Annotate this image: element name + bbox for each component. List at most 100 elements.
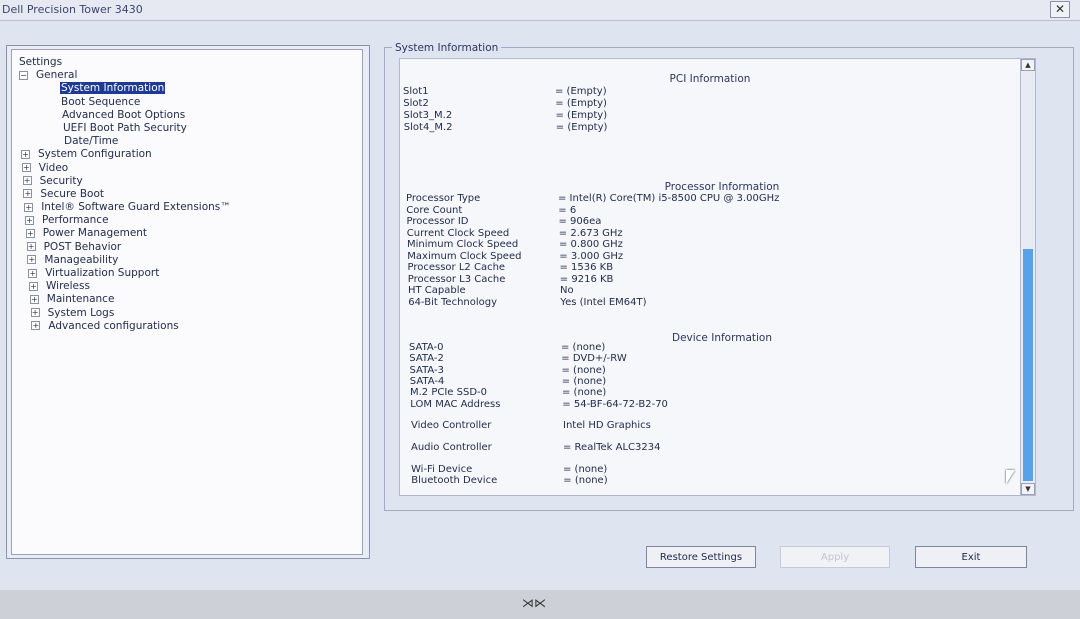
info-row: SATA-2 = DVD+/-RW: [409, 353, 626, 365]
tree-item-system-information[interactable]: System Information: [19, 82, 231, 95]
info-value: Intel HD Graphics: [563, 420, 651, 431]
info-row: Slot4_M.2 = (Empty): [404, 122, 608, 134]
expand-icon[interactable]: +: [29, 294, 39, 304]
tree-section[interactable]: + Power Management: [19, 227, 231, 240]
processor-information-title: Processor Information: [664, 181, 780, 193]
info-key: Minimum Clock Speed: [407, 239, 519, 250]
expand-icon[interactable]: +: [21, 149, 30, 159]
scroll-up-button[interactable]: ▲: [1021, 59, 1035, 71]
title-bar: Dell Precision Tower 3430 ✕: [0, 0, 1080, 21]
tree-section[interactable]: + Maintenance: [19, 293, 231, 306]
expand-icon[interactable]: +: [26, 242, 36, 252]
tree-item-advanced-boot-options[interactable]: Advanced Boot Options: [19, 109, 231, 122]
info-value: = 2.673 GHz: [558, 227, 623, 239]
tree-item-label: System Configuration: [38, 148, 152, 161]
tree-section[interactable]: + System Configuration: [19, 148, 231, 161]
chevron-down-icon: ▼: [1025, 485, 1031, 493]
tree-section[interactable]: + Security: [19, 175, 231, 188]
info-key: SATA-2: [409, 353, 444, 365]
info-key: Processor ID: [406, 216, 469, 227]
info-value: = (none): [563, 475, 608, 487]
scroll-down-button[interactable]: ▼: [1021, 483, 1035, 495]
info-row: Minimum Clock Speed = 0.800 GHz: [407, 239, 623, 251]
info-row: Current Clock Speed = 2.673 GHz: [407, 228, 623, 240]
tree-section[interactable]: + Intel® Software Guard Extensions™: [19, 201, 231, 214]
expand-icon[interactable]: +: [25, 228, 35, 238]
restore-settings-button[interactable]: Restore Settings: [646, 546, 756, 568]
tree-item-uefi-boot-path-security[interactable]: UEFI Boot Path Security: [19, 122, 231, 135]
info-key: Audio Controller: [411, 442, 492, 453]
close-icon: ✕: [1054, 2, 1066, 16]
expand-icon[interactable]: +: [27, 255, 37, 265]
content-scrollbar[interactable]: ▲ ▼: [1020, 58, 1036, 496]
tree-section[interactable]: + POST Behavior: [19, 241, 231, 254]
tree-section[interactable]: + Manageability: [19, 254, 231, 267]
info-row: SATA-4 = (none): [410, 376, 606, 388]
tree-list: Settings − General System Information Boo…: [19, 56, 231, 333]
info-value: Yes (Intel EM64T): [560, 296, 647, 308]
tree-section[interactable]: + System Logs: [19, 307, 231, 320]
info-key: Slot4_M.2: [403, 122, 453, 133]
expand-icon[interactable]: +: [23, 189, 33, 199]
close-button[interactable]: ✕: [1050, 1, 1070, 18]
tree-section[interactable]: + Virtualization Support: [19, 267, 231, 280]
tree-item-label: Date/Time: [64, 135, 119, 148]
expand-icon[interactable]: +: [28, 268, 38, 278]
info-row: M.2 PCIe SSD-0 = (none): [410, 387, 606, 399]
tree-item-date-time[interactable]: Date/Time: [19, 135, 231, 148]
expand-icon[interactable]: +: [24, 202, 34, 212]
info-value: = 1536 KB: [559, 262, 614, 273]
expand-icon[interactable]: +: [29, 281, 38, 291]
info-row: Wi-Fi Device = (none): [411, 464, 607, 476]
info-value: = (none): [563, 464, 608, 475]
info-key: Core Count: [406, 204, 463, 216]
info-key: Maximum Clock Speed: [407, 250, 522, 262]
info-row: LOM MAC Address = 54-BF-64-72-B2-70: [410, 399, 668, 411]
tree-item-label: Video: [38, 161, 69, 174]
expand-icon[interactable]: +: [22, 176, 32, 186]
tree-item-label: Advanced Boot Options: [62, 108, 186, 121]
info-row: Processor Type = Intel(R) Core(TM) i5-850…: [406, 193, 779, 205]
tree-item-label: Virtualization Support: [45, 267, 160, 279]
tree-item-general[interactable]: − General: [19, 69, 231, 82]
tree-section[interactable]: + Advanced configurations: [19, 320, 231, 333]
info-key: SATA-3: [409, 364, 445, 376]
expand-icon[interactable]: +: [21, 163, 31, 172]
dell-logo-icon: ⋊⋉: [522, 596, 546, 610]
tree-section[interactable]: + Performance: [19, 214, 231, 227]
tree-root-label: Settings: [19, 56, 63, 68]
info-row: HT Capable No: [408, 285, 574, 297]
info-value: No: [560, 285, 574, 296]
tree-item-label: Maintenance: [46, 293, 115, 306]
expand-icon[interactable]: +: [25, 215, 34, 225]
info-row: Core Count = 6: [406, 205, 576, 217]
info-row: Slot1 = (Empty): [403, 86, 607, 98]
info-row: Slot2 = (Empty): [403, 98, 607, 110]
exit-button[interactable]: Exit: [915, 546, 1027, 568]
info-value: = (none): [561, 342, 606, 353]
tree-root: Settings: [19, 56, 231, 69]
tree-item-label: Wireless: [46, 280, 90, 293]
expand-icon[interactable]: +: [30, 308, 40, 318]
info-row: Processor L2 Cache = 1536 KB: [408, 262, 614, 274]
expand-icon[interactable]: +: [31, 321, 41, 331]
settings-tree-frame: Settings − General System Information Boo…: [6, 45, 370, 559]
info-value: = (Empty): [555, 110, 608, 121]
apply-button[interactable]: Apply: [780, 546, 890, 568]
tree-section[interactable]: + Video: [19, 162, 231, 175]
tree-item-boot-sequence[interactable]: Boot Sequence: [19, 96, 231, 109]
tree-section[interactable]: + Wireless: [19, 280, 231, 293]
tree-item-label: Security: [39, 174, 83, 187]
tree-item-label: System Information: [60, 82, 166, 95]
info-value: = (Empty): [555, 122, 608, 133]
tree-item-label: Secure Boot: [40, 187, 104, 200]
info-key: Processor Type: [406, 193, 481, 204]
tree-section[interactable]: + Secure Boot: [19, 188, 231, 201]
info-value: = 906ea: [558, 216, 602, 227]
collapse-icon[interactable]: −: [19, 70, 28, 80]
info-key: Slot3_M.2: [403, 110, 453, 121]
scroll-thumb[interactable]: [1023, 249, 1033, 481]
info-key: Wi-Fi Device: [411, 464, 473, 475]
tree-item-label: System Logs: [47, 306, 115, 319]
info-value: = (none): [561, 375, 607, 387]
